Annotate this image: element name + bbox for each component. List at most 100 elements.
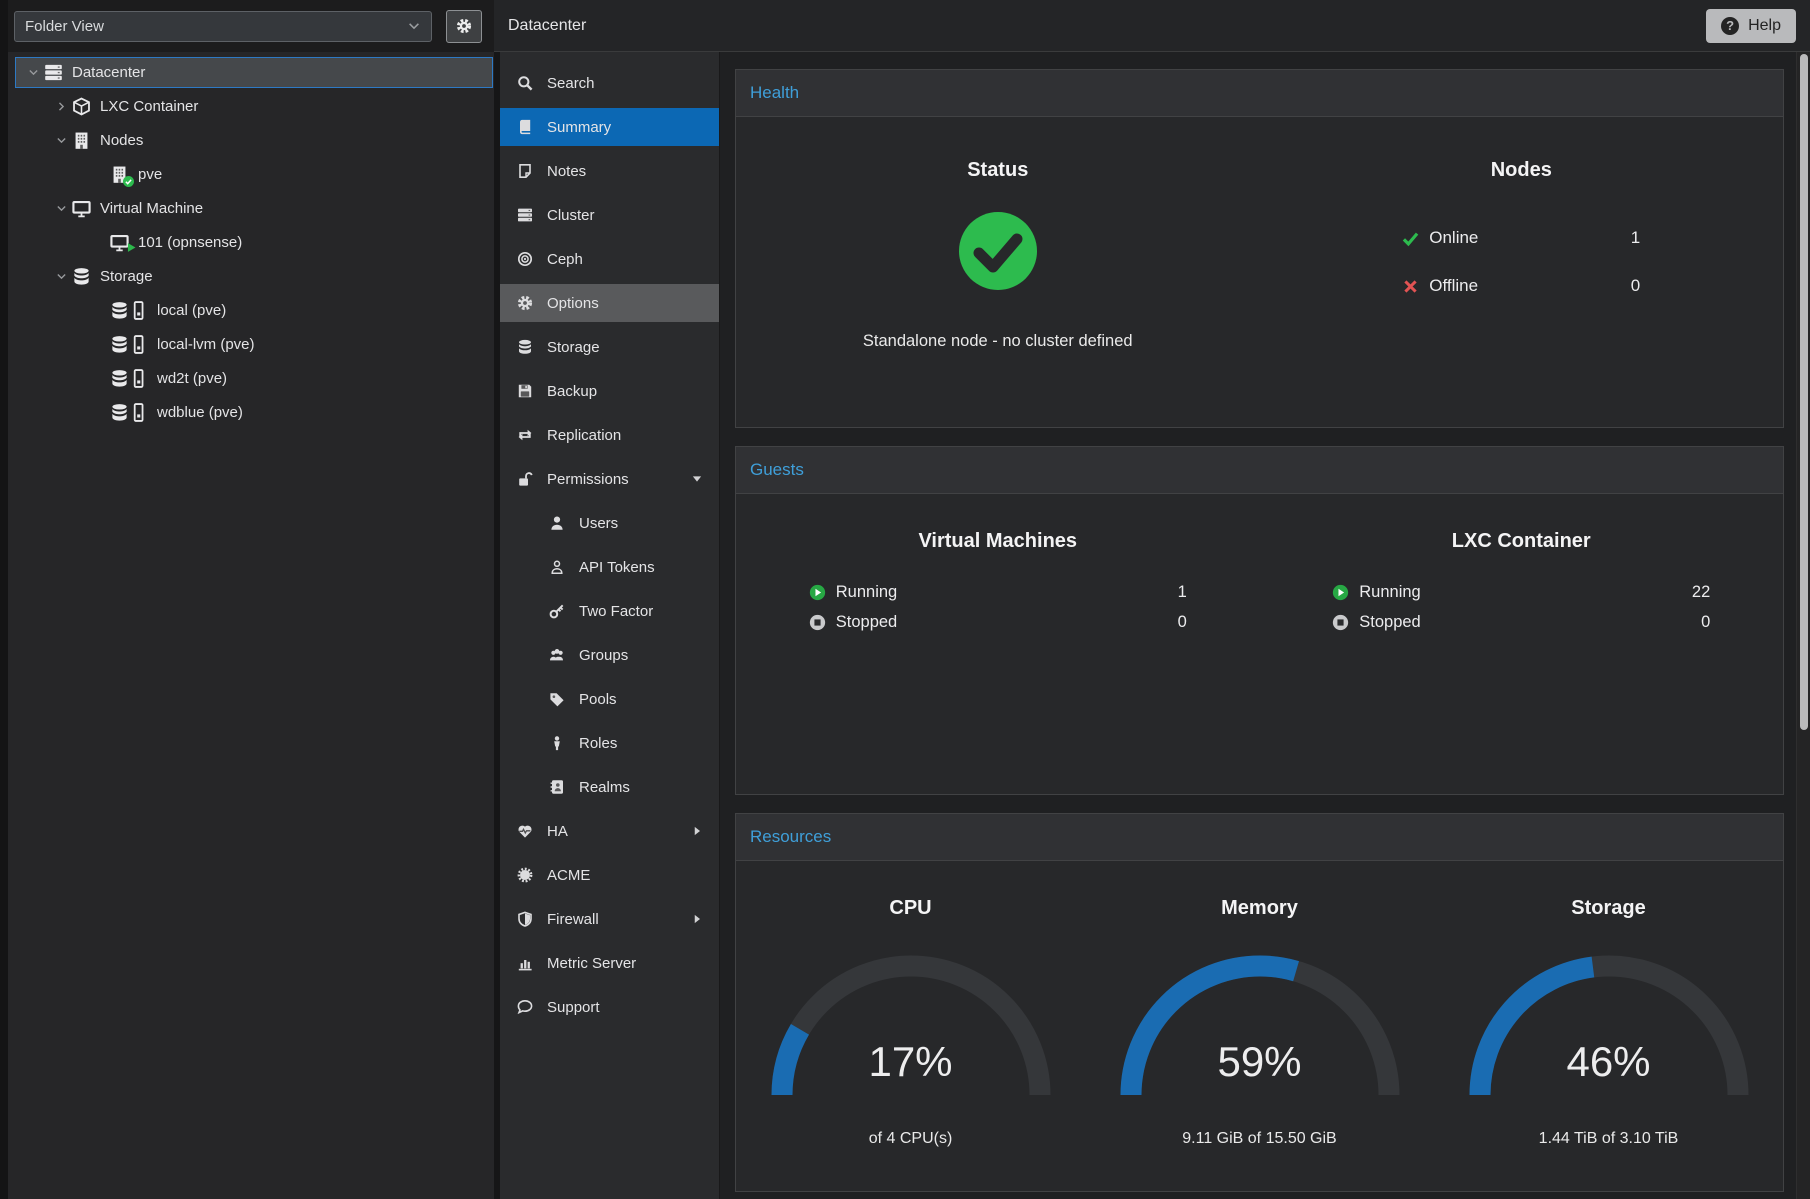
main-row: DatacenterLXC ContainerNodespve Virtual M… [8,52,1810,1199]
badge-seal-icon [517,867,533,883]
bar-chart-icon [517,955,533,971]
help-button[interactable]: ? Help [1706,9,1796,43]
caret-right-icon [691,825,703,837]
menu-item-label: Backup [547,383,597,400]
expander-chevron-down-icon[interactable] [24,66,42,79]
datacenter-menu: Search Summary Notes Cluster Ceph Options Stor… [500,52,720,1199]
gauge-heading: CPU [889,897,931,920]
user-icon [549,515,565,531]
tree-item-pve[interactable]: pve [15,159,493,190]
tree-item-wd2t-pve[interactable]: wd2t (pve) [15,363,493,394]
health-panel-body: Status Standalone node - no cluster defi… [736,117,1783,427]
caret-right-icon [691,913,703,925]
menu-item-users[interactable]: Users [500,504,719,542]
menu-item-backup[interactable]: Backup [500,372,719,410]
tag-icon [549,691,565,707]
guest-status-row-running: Running 1 [809,583,1187,602]
guests-column-lxc-container: LXC ContainerRunning22Stopped0 [1260,530,1784,794]
tree-item-virtual-machine[interactable]: Virtual Machine [15,193,493,224]
database-icon [517,339,533,355]
menu-item-pools[interactable]: Pools [500,680,719,718]
menu-item-label: Search [547,75,595,92]
replication-icon [517,427,533,443]
node-status-row-online: Online1 [1402,228,1640,248]
tree-item-nodes[interactable]: Nodes [15,125,493,156]
menu-item-notes[interactable]: Notes [500,152,719,190]
resources-panel-body: CPU17%of 4 CPU(s)Memory59%9.11 GiB of 15… [736,861,1783,1191]
menu-item-ceph[interactable]: Ceph [500,240,719,278]
tree-item-datacenter[interactable]: Datacenter [15,57,493,88]
menu-item-cluster[interactable]: Cluster [500,196,719,234]
guest-status-label: Stopped [836,613,897,632]
menu-item-storage[interactable]: Storage [500,328,719,366]
menu-item-metric-server[interactable]: Metric Server [500,944,719,982]
guests-column-virtual-machines: Virtual MachinesRunning1Stopped0 [736,530,1260,794]
gauge-heading: Memory [1221,897,1298,920]
status-heading: Status [967,159,1028,182]
tree-toolbar: Folder View [8,0,494,52]
guests-panel-body: Virtual MachinesRunning1Stopped0LXC Cont… [736,494,1783,794]
menu-item-options[interactable]: Options [500,284,719,322]
menu-item-label: Options [547,295,599,312]
guest-status-value: 0 [1701,613,1710,632]
menu-item-label: Roles [579,735,617,752]
tree-item-storage[interactable]: Storage [15,261,493,292]
menu-item-permissions[interactable]: Permissions [500,460,719,498]
expander-chevron-down-icon[interactable] [52,202,70,215]
note-icon [517,163,533,179]
tree-item-label: Virtual Machine [100,200,203,217]
guest-status-value: 1 [1178,583,1187,602]
menu-item-acme[interactable]: ACME [500,856,719,894]
resource-gauge-cpu: CPU17%of 4 CPU(s) [736,897,1085,1191]
menu-item-summary[interactable]: Summary [500,108,719,146]
expander-chevron-down-icon[interactable] [52,134,70,147]
database-icon [110,301,129,320]
vertical-scrollbar [1796,52,1810,1199]
menu-item-groups[interactable]: Groups [500,636,719,674]
top-bar: Folder View Datacenter ? Help [8,0,1810,52]
tree-item-local-lvm-pve[interactable]: local-lvm (pve) [15,329,493,360]
menu-item-ha[interactable]: HA [500,812,719,850]
tree-item-lxc-container[interactable]: LXC Container [15,91,493,122]
menu-item-label: Notes [547,163,586,180]
menu-item-replication[interactable]: Replication [500,416,719,454]
menu-item-api-tokens[interactable]: API Tokens [500,548,719,586]
guests-panel-title: Guests [736,447,1783,494]
resource-gauge-storage: Storage46%1.44 TiB of 3.10 TiB [1434,897,1783,1191]
menu-item-label: Users [579,515,618,532]
tree-settings-button[interactable] [446,10,482,43]
menu-item-support[interactable]: Support [500,988,719,1026]
tree-item-local-pve[interactable]: local (pve) [15,295,493,326]
search-icon [517,75,533,91]
gauge-percent-value: 59% [1110,1038,1410,1086]
tree-item-wdblue-pve[interactable]: wdblue (pve) [15,397,493,428]
menu-item-realms[interactable]: Realms [500,768,719,806]
guest-status-row-stopped: Stopped0 [809,613,1187,632]
menu-item-firewall[interactable]: Firewall [500,900,719,938]
menu-item-label: Summary [547,119,611,136]
tree-item-101-opnsense[interactable]: 101 (opnsense) [15,227,493,258]
database-icon [110,403,129,422]
menu-item-two-factor[interactable]: Two Factor [500,592,719,630]
content-header: Datacenter ? Help [494,0,1810,52]
menu-item-label: Metric Server [547,955,636,972]
guest-status-label: Running [836,583,897,602]
building-icon [72,131,91,150]
scrollbar-thumb[interactable] [1800,54,1808,730]
stop-circle-icon [1332,614,1349,631]
gauge-percent-value: 46% [1459,1038,1759,1086]
health-panel: Health Status Standalone node - no clust… [735,69,1784,428]
expander-chevron-right-icon[interactable] [52,100,70,113]
play-circle-icon [1332,584,1349,601]
expander-chevron-down-icon[interactable] [52,270,70,283]
gauge-arc: 59% [1110,948,1410,1106]
view-mode-value: Folder View [25,18,104,35]
menu-item-roles[interactable]: Roles [500,724,719,762]
menu-item-search[interactable]: Search [500,64,719,102]
menu-item-label: Cluster [547,207,595,224]
caret-down-icon [691,473,703,485]
tree-item-label: local-lvm (pve) [157,336,255,353]
disk-icon [129,301,148,320]
view-mode-select[interactable]: Folder View [14,11,432,42]
menu-item-label: Pools [579,691,617,708]
